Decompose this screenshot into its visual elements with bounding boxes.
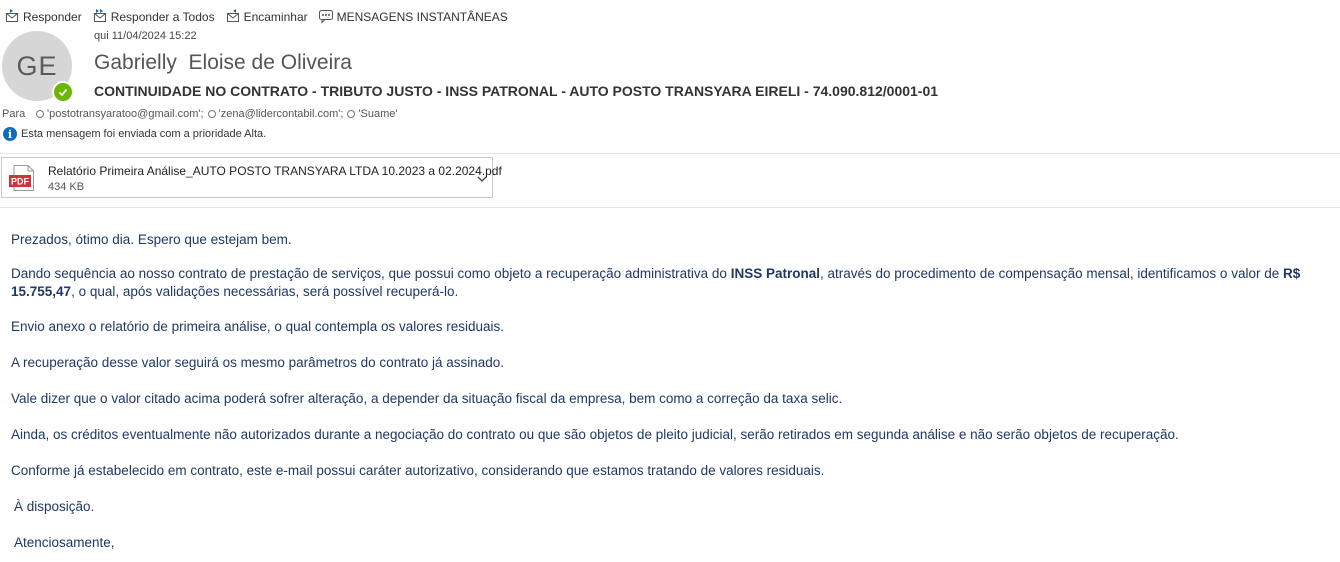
reply-button[interactable]: Responder	[4, 8, 82, 27]
presence-dot-icon	[347, 110, 356, 118]
body-bold-run: INSS Patronal	[730, 266, 820, 281]
body-text-run: Dando sequência ao nosso contrato de pre…	[11, 266, 731, 281]
body-paragraph: Atenciosamente,	[14, 535, 115, 550]
recipients-row: Para 'postotransyaratoo@gmail.com'; 'zen…	[2, 108, 402, 120]
forward-label: Encaminhar	[243, 10, 308, 24]
reply-all-button[interactable]: Responder a Todos	[92, 8, 215, 27]
pdf-file-icon: PDF	[8, 165, 36, 191]
attachment-card[interactable]: PDF Relatório Primeira Análise_AUTO POST…	[1, 157, 502, 198]
recipient-address: 'Suame'	[358, 108, 398, 120]
priority-notice: i Esta mensagem foi enviada com a priori…	[3, 127, 266, 141]
attachment-filename: Relatório Primeira Análise_AUTO POSTO TR…	[48, 164, 502, 178]
body-paragraph: A recuperação desse valor seguirá os mes…	[11, 355, 505, 370]
recipient[interactable]: 'postotransyaratoo@gmail.com';	[36, 108, 204, 120]
recipient[interactable]: 'Suame'	[347, 108, 398, 120]
message-subject: CONTINUIDADE NO CONTRATO - TRIBUTO JUSTO…	[94, 83, 939, 99]
recipient-address: 'zena@lidercontabil.com';	[218, 108, 344, 120]
body-text-run: , através do procedimento de compensação…	[819, 266, 1283, 281]
sender-name[interactable]: Gabrielly Eloise de Oliveira	[94, 51, 352, 75]
attachment-size: 434 KB	[48, 181, 85, 193]
reply-all-icon	[92, 8, 108, 27]
presence-dot-icon	[36, 110, 44, 118]
forward-button[interactable]: Encaminhar	[225, 8, 308, 27]
chevron-down-icon[interactable]	[476, 172, 488, 184]
chat-bubble-icon	[318, 8, 334, 27]
body-text-run: , o qual, após validações necessárias, s…	[71, 284, 459, 299]
presence-dot-icon	[207, 110, 216, 118]
header-divider	[0, 153, 1340, 154]
to-label: Para	[2, 108, 26, 120]
reply-label: Responder	[23, 10, 82, 24]
message-toolbar: Responder Responder a Todos Encaminhar M…	[4, 8, 508, 26]
body-paragraph: Vale dizer que o valor citado acima pode…	[11, 391, 843, 406]
presence-badge	[52, 81, 74, 103]
checkmark-icon	[54, 83, 72, 101]
attachment-divider	[0, 207, 1340, 208]
body-paragraph: Ainda, os créditos eventualmente não aut…	[11, 427, 1179, 442]
instant-message-button[interactable]: MENSAGENS INSTANTÂNEAS	[318, 8, 508, 27]
instant-message-label: MENSAGENS INSTANTÂNEAS	[336, 10, 508, 24]
reply-all-label: Responder a Todos	[110, 10, 215, 24]
reply-icon	[4, 8, 20, 27]
body-paragraph: Dando sequência ao nosso contrato de pre…	[11, 265, 1339, 301]
message-date: qui 11/04/2024 15:22	[94, 30, 197, 42]
recipient[interactable]: 'zena@lidercontabil.com';	[207, 108, 344, 120]
forward-icon	[225, 8, 241, 27]
body-paragraph: À disposição.	[14, 499, 95, 514]
priority-text: Esta mensagem foi enviada com a priorida…	[21, 128, 267, 140]
body-paragraph: Prezados, ótimo dia. Espero que estejam …	[11, 232, 292, 247]
body-paragraph: Envio anexo o relatório de primeira anál…	[11, 319, 505, 334]
pdf-type-label: PDF	[11, 177, 30, 187]
body-paragraph: Conforme já estabelecido em contrato, es…	[11, 463, 825, 478]
recipient-address: 'postotransyaratoo@gmail.com';	[47, 108, 204, 120]
info-icon: i	[3, 127, 17, 141]
